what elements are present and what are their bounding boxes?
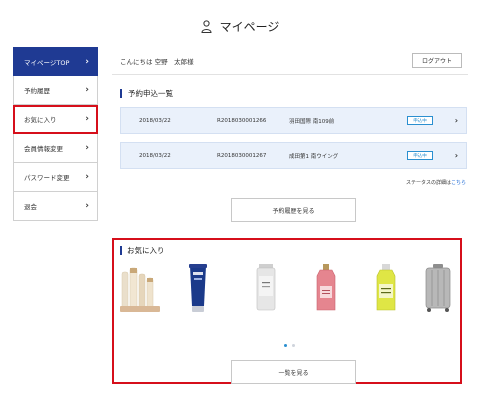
greeting-text: こんにちは 空野 太郎様 — [120, 57, 194, 66]
sidebar-item-label: 会員情報変更 — [24, 145, 63, 153]
status-note: ステータスの詳細はこちら — [406, 179, 466, 186]
product-silver-bottle[interactable] — [244, 262, 288, 314]
chevron-right-icon: › — [454, 151, 458, 160]
status-note-text: ステータスの詳細は — [405, 180, 451, 186]
sidebar-item-label: パスワード変更 — [24, 174, 70, 182]
sidebar-item-password[interactable]: パスワード変更 › — [13, 163, 98, 192]
reservation-number: R2018030001266 — [217, 117, 267, 124]
reservation-row[interactable]: 2018/03/22 R2018030001266 羽田国際 南109前 申込中… — [120, 107, 467, 134]
sidebar-item-label: マイページTOP — [24, 58, 70, 67]
reservation-place: 成田第1 南ウイング — [289, 153, 339, 160]
page-title: マイページ — [219, 19, 280, 34]
carousel-dot[interactable] — [292, 344, 295, 347]
greeting-row: こんにちは 空野 太郎様 ログアウト — [112, 47, 468, 75]
chevron-right-icon: › — [85, 201, 89, 211]
product-pink-perfume[interactable] — [304, 262, 348, 314]
product-cosmetic-set[interactable] — [118, 262, 162, 314]
status-detail-link[interactable]: こちら — [451, 180, 466, 186]
reservation-place: 羽田国際 南109前 — [289, 118, 335, 125]
status-badge: 申込中 — [407, 151, 433, 160]
reservation-date: 2018/03/22 — [139, 117, 171, 124]
sidebar-item-label: 退会 — [24, 203, 37, 211]
favorites-section: お気に入り 一覧を見る — [112, 238, 462, 384]
reservation-number: R2018030001267 — [217, 152, 267, 159]
sidebar-item-reservation-history[interactable]: 予約履歴 › — [13, 76, 98, 105]
chevron-right-icon: › — [85, 85, 89, 95]
user-icon — [201, 19, 212, 33]
reservation-history-button[interactable]: 予約履歴を見る — [231, 198, 356, 222]
sidebar-item-label: 予約履歴 — [24, 87, 50, 95]
chevron-right-icon: › — [85, 172, 89, 182]
page-header: マイページ — [0, 14, 480, 38]
product-blue-tube[interactable] — [176, 262, 220, 314]
reservation-row[interactable]: 2018/03/22 R2018030001267 成田第1 南ウイング 申込中… — [120, 142, 467, 169]
reservation-date: 2018/03/22 — [139, 152, 171, 159]
sidebar: マイページTOP › 予約履歴 › お気に入り › 会員情報変更 › パスワード… — [13, 47, 98, 221]
product-suitcase[interactable] — [416, 262, 460, 314]
sidebar-item-favorites[interactable]: お気に入り › — [13, 105, 98, 134]
sidebar-item-withdraw[interactable]: 退会 › — [13, 192, 98, 221]
chevron-right-icon: › — [85, 143, 89, 153]
sidebar-item-mypage-top[interactable]: マイページTOP › — [13, 47, 98, 76]
view-favorites-button[interactable]: 一覧を見る — [231, 360, 356, 384]
reservations-title: 予約申込一覧 — [120, 89, 173, 98]
chevron-right-icon: › — [85, 56, 89, 67]
logout-button[interactable]: ログアウト — [412, 53, 462, 68]
product-yellow-bottle[interactable] — [364, 262, 408, 314]
chevron-right-icon: › — [454, 116, 458, 125]
main-content: こんにちは 空野 太郎様 ログアウト 予約申込一覧 2018/03/22 R20… — [112, 47, 468, 222]
sidebar-item-label: お気に入り — [24, 116, 57, 124]
carousel-pagination — [284, 344, 295, 347]
sidebar-item-member-info[interactable]: 会員情報変更 › — [13, 134, 98, 163]
chevron-right-icon: › — [85, 114, 89, 124]
carousel-dot[interactable] — [284, 344, 287, 347]
favorites-title: お気に入り — [120, 246, 165, 255]
status-badge: 申込中 — [407, 116, 433, 125]
